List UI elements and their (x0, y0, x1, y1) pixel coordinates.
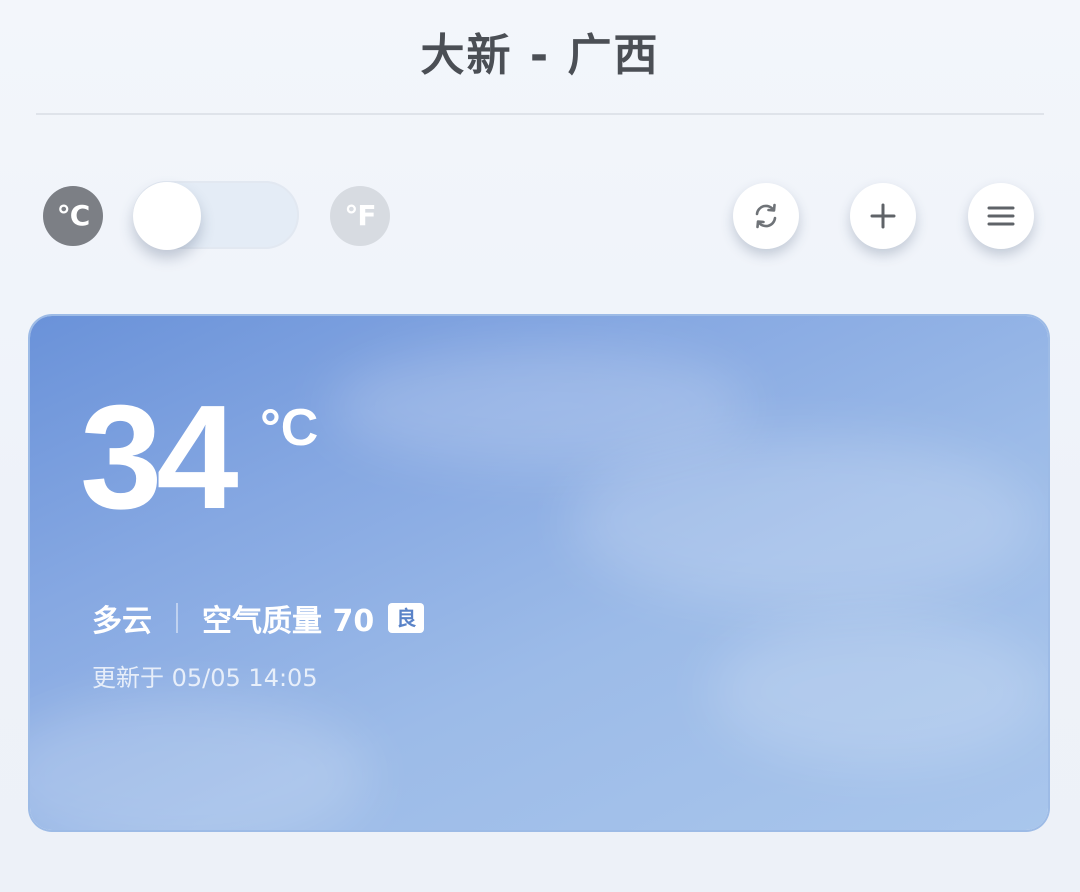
cloud-decoration (30, 696, 370, 830)
weather-condition: 多云 (92, 604, 152, 639)
current-temperature: 34 (80, 375, 239, 540)
cloud-decoration (710, 616, 1048, 766)
cloud-decoration (570, 436, 1040, 606)
header-divider (36, 113, 1044, 115)
temperature-unit: °C (260, 399, 319, 457)
plus-icon (870, 203, 896, 229)
condition-separator (176, 603, 178, 633)
fahrenheit-unit-button[interactable]: °F (330, 186, 390, 246)
air-quality-badge: 良 (388, 603, 425, 633)
add-city-button[interactable] (850, 183, 916, 249)
menu-icon (987, 206, 1015, 226)
update-timestamp: 更新于 05/05 14:05 (92, 664, 318, 692)
refresh-icon (755, 203, 777, 229)
celsius-unit-button[interactable]: °C (43, 186, 103, 246)
refresh-button[interactable] (733, 183, 799, 249)
air-quality-label: 空气质量 70 (202, 604, 375, 639)
page-title: 大新 - 广西 (420, 30, 660, 81)
menu-button[interactable] (968, 183, 1034, 249)
condition-row: 多云 空气质量 70 良 (92, 596, 425, 640)
unit-toggle-knob[interactable] (133, 182, 201, 250)
